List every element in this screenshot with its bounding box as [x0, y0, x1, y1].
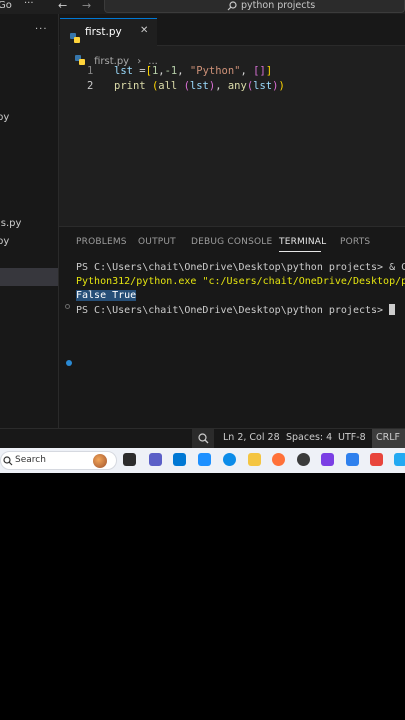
menu-go[interactable]: Go: [0, 0, 12, 11]
python-file-icon: [75, 55, 85, 65]
forward-arrow-icon[interactable]: →: [82, 0, 91, 12]
title-bar: Go ··· ← → python projects: [0, 0, 405, 14]
search-highlight-icon: [93, 454, 107, 468]
tab-debug-console[interactable]: DEBUG CONSOLE: [191, 237, 272, 247]
search-icon: [227, 1, 237, 11]
cursor-position[interactable]: Ln 2, Col 28: [223, 432, 280, 443]
line-number: 1: [87, 65, 94, 77]
vscode-icon[interactable]: [394, 453, 405, 466]
terminal-output: False True: [76, 290, 137, 301]
python-file-icon: [70, 33, 80, 43]
store-icon[interactable]: [198, 453, 211, 466]
tab-output[interactable]: OUTPUT: [138, 237, 176, 247]
command-center-search[interactable]: python projects: [104, 0, 405, 13]
terminal-prompt: PS C:\Users\chait\OneDrive\Desktop\pytho…: [76, 304, 396, 316]
explorer-more-button[interactable]: ···: [35, 24, 48, 35]
terminal-cursor: [389, 304, 396, 315]
command-decoration-icon: [65, 304, 70, 309]
task-view-icon[interactable]: [123, 453, 136, 466]
code-line-1: lst =[1,-1, "Python", []]: [114, 65, 273, 77]
search-placeholder: Search: [15, 455, 46, 465]
sidebar-item[interactable]: py: [0, 236, 9, 247]
zoom-button[interactable]: [192, 429, 214, 448]
sidebar-selected-item[interactable]: [0, 268, 58, 286]
terminal-line: Python312/python.exe "c:/Users/chait/One…: [76, 276, 405, 287]
sidebar-item[interactable]: ls.py: [0, 218, 21, 229]
line-number: 2: [87, 80, 94, 92]
tab-first-py[interactable]: first.py ✕: [60, 18, 157, 46]
menu-more[interactable]: ···: [24, 0, 34, 9]
encoding[interactable]: UTF-8: [338, 432, 366, 443]
search-text: python projects: [241, 0, 316, 11]
search-icon: [3, 456, 13, 466]
close-icon[interactable]: ✕: [140, 25, 148, 36]
indentation[interactable]: Spaces: 4: [286, 432, 332, 443]
taskbar-search[interactable]: Search: [0, 451, 117, 470]
breadcrumb: first.py › ...: [75, 49, 158, 67]
video-editor-icon[interactable]: [321, 453, 334, 466]
firefox-icon[interactable]: [272, 453, 285, 466]
wps-icon[interactable]: [370, 453, 383, 466]
notepad-icon[interactable]: [346, 453, 359, 466]
terminal-line: PS C:\Users\chait\OneDrive\Desktop\pytho…: [76, 262, 405, 273]
dell-app-icon[interactable]: [173, 453, 186, 466]
code-line-2: print (all (lst), any(lst)): [114, 80, 285, 92]
tab-ports[interactable]: PORTS: [340, 237, 370, 247]
sidebar-item[interactable]: py: [0, 112, 9, 123]
tab-label: first.py: [85, 26, 122, 38]
terminal[interactable]: PS C:\Users\chait\OneDrive\Desktop\pytho…: [59, 258, 405, 428]
app-icon[interactable]: [297, 453, 310, 466]
file-explorer-icon[interactable]: [248, 453, 261, 466]
zoom-icon: [198, 433, 209, 444]
status-dot-icon: [66, 360, 72, 366]
tab-problems[interactable]: PROBLEMS: [76, 237, 127, 247]
edge-icon[interactable]: [223, 453, 236, 466]
teams-icon[interactable]: [149, 453, 162, 466]
active-tab-indicator: [279, 251, 321, 252]
tab-terminal[interactable]: TERMINAL: [279, 237, 326, 247]
eol-label: CRLF: [376, 432, 400, 443]
back-arrow-icon[interactable]: ←: [58, 0, 67, 12]
